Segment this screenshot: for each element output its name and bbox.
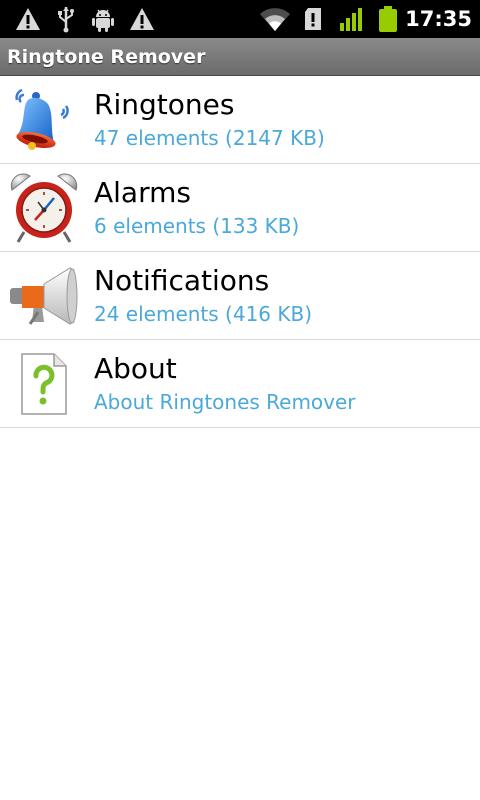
app-title: Ringtone Remover xyxy=(7,46,206,68)
app-title-bar: Ringtone Remover xyxy=(0,38,480,76)
list-item-ringtones[interactable]: Ringtones 47 elements (2147 KB) xyxy=(0,76,480,164)
list-item-about[interactable]: About About Ringtones Remover xyxy=(0,340,480,428)
signal-icon xyxy=(340,8,362,31)
list-item-title: Notifications xyxy=(94,264,270,297)
list-item-title: Ringtones xyxy=(94,88,235,121)
list-item-subtitle: 24 elements (416 KB) xyxy=(94,302,313,326)
battery-icon xyxy=(379,6,397,32)
wifi-icon xyxy=(260,8,290,31)
warning-icon xyxy=(16,8,40,30)
bell-icon xyxy=(15,88,69,150)
status-bar: 17:35 xyxy=(0,0,480,38)
list-item-subtitle: About Ringtones Remover xyxy=(94,390,356,414)
list-item-alarms[interactable]: Alarms 6 elements (133 KB) xyxy=(0,164,480,252)
list-item-title: About xyxy=(94,352,177,385)
category-list: Ringtones 47 elements (2147 KB) Alarms 6 xyxy=(0,76,480,428)
help-document-icon xyxy=(21,353,67,415)
sd-card-icon xyxy=(305,8,321,30)
list-item-notifications[interactable]: Notifications 24 elements (416 KB) xyxy=(0,252,480,340)
list-item-subtitle: 6 elements (133 KB) xyxy=(94,214,300,238)
status-clock: 17:35 xyxy=(405,7,472,31)
alarm-clock-icon xyxy=(10,173,78,243)
list-item-title: Alarms xyxy=(94,176,191,209)
warning-icon xyxy=(130,8,154,30)
android-debug-icon xyxy=(92,9,114,32)
megaphone-icon xyxy=(10,267,78,325)
list-item-subtitle: 47 elements (2147 KB) xyxy=(94,126,325,150)
usb-icon xyxy=(58,7,74,33)
